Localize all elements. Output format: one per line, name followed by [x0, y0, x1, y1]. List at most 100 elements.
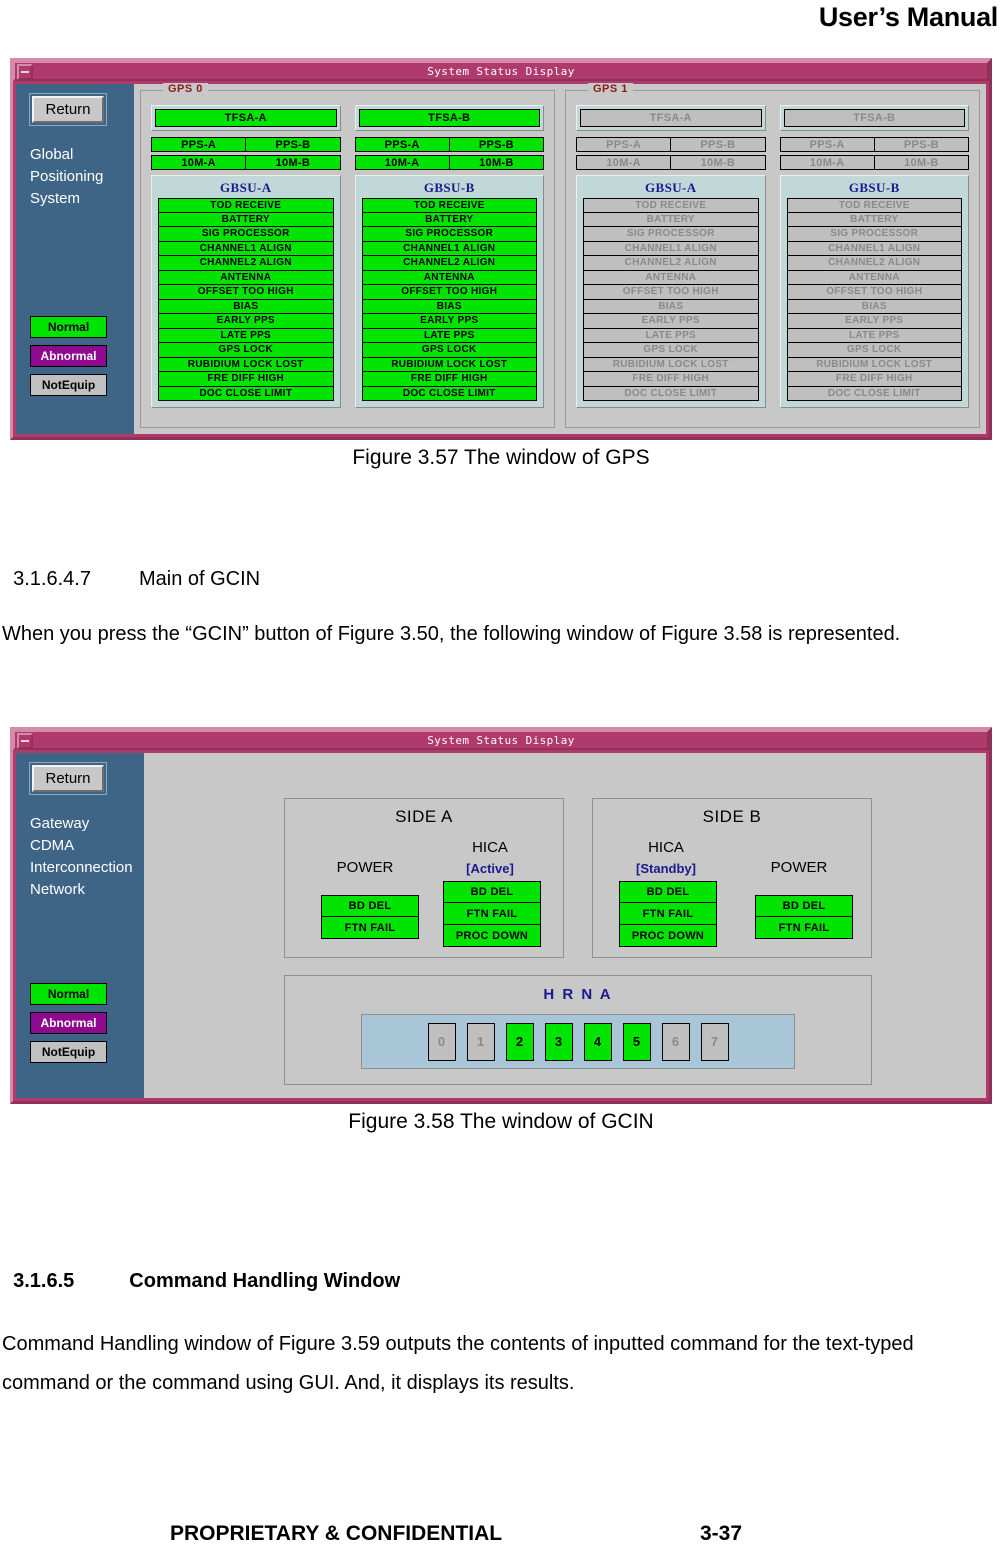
hrna-box[interactable]: 0	[427, 1022, 456, 1061]
gbsu-status-item[interactable]: TOD RECEIVE	[583, 198, 759, 213]
gbsu-status-item[interactable]: CHANNEL1 ALIGN	[158, 241, 334, 256]
gbsu-status-item[interactable]: DOC CLOSE LIMIT	[158, 386, 334, 401]
status-indicator[interactable]: 10M-A	[354, 155, 450, 170]
gbsu-status-item[interactable]: TOD RECEIVE	[361, 198, 537, 213]
gbsu-status-item[interactable]: EARLY PPS	[361, 314, 537, 329]
gbsu-status-item[interactable]: RUBIDIUM LOCK LOST	[361, 357, 537, 372]
gbsu-status-item[interactable]: DOC CLOSE LIMIT	[786, 386, 962, 401]
gbsu-status-item[interactable]: SIG PROCESSOR	[583, 227, 759, 242]
gbsu-status-item[interactable]: SIG PROCESSOR	[786, 227, 962, 242]
gbsu-status-item[interactable]: CHANNEL2 ALIGN	[786, 256, 962, 271]
status-indicator[interactable]: PPS-B	[874, 137, 969, 152]
status-indicator[interactable]: PPS-B	[671, 137, 766, 152]
hrna-box[interactable]: 4	[583, 1022, 612, 1061]
return-button[interactable]: Return	[29, 93, 107, 126]
gcin-status-cell[interactable]: BD DEL	[321, 895, 419, 917]
gcin-status-cell[interactable]: BD DEL	[755, 895, 853, 917]
gbsu-status-item[interactable]: BIAS	[158, 299, 334, 314]
gbsu-status-item[interactable]: ANTENNA	[583, 270, 759, 285]
hrna-box[interactable]: 1	[466, 1022, 495, 1061]
gcin-status-cell[interactable]: PROC DOWN	[443, 925, 541, 947]
hrna-box[interactable]: 2	[505, 1022, 534, 1061]
status-indicator[interactable]: PPS-A	[151, 137, 247, 152]
gbsu-status-item[interactable]: FRE DIFF HIGH	[361, 372, 537, 387]
gbsu-status-item[interactable]: BIAS	[786, 299, 962, 314]
gbsu-status-item[interactable]: GPS LOCK	[158, 343, 334, 358]
gbsu-status-item[interactable]: RUBIDIUM LOCK LOST	[786, 357, 962, 372]
gbsu-status-item[interactable]: TOD RECEIVE	[786, 198, 962, 213]
gbsu-status-item[interactable]: LATE PPS	[361, 328, 537, 343]
gbsu-status-item[interactable]: DOC CLOSE LIMIT	[583, 386, 759, 401]
gbsu-status-item[interactable]: CHANNEL2 ALIGN	[583, 256, 759, 271]
gbsu-status-item[interactable]: BIAS	[361, 299, 537, 314]
gbsu-status-item[interactable]: LATE PPS	[158, 328, 334, 343]
gbsu-status-item[interactable]: OFFSET TOO HIGH	[786, 285, 962, 300]
tfsa-indicator[interactable]: TFSA-A	[580, 109, 762, 127]
status-indicator[interactable]: 10M-A	[576, 155, 672, 170]
status-indicator[interactable]: 10M-B	[671, 155, 766, 170]
hrna-box[interactable]: 5	[622, 1022, 651, 1061]
tfsa-indicator[interactable]: TFSA-A	[155, 109, 337, 127]
gbsu-status-item[interactable]: OFFSET TOO HIGH	[361, 285, 537, 300]
status-indicator[interactable]: 10M-B	[874, 155, 969, 170]
status-indicator[interactable]: 10M-A	[779, 155, 875, 170]
gcin-status-cell[interactable]: PROC DOWN	[619, 925, 717, 947]
gbsu-status-item[interactable]: FRE DIFF HIGH	[786, 372, 962, 387]
gcin-status-cell[interactable]: FTN FAIL	[443, 903, 541, 925]
gbsu-status-item[interactable]: BATTERY	[361, 212, 537, 227]
gcin-status-cell[interactable]: FTN FAIL	[619, 903, 717, 925]
gbsu-status-item[interactable]: CHANNEL1 ALIGN	[786, 241, 962, 256]
gbsu-status-item[interactable]: FRE DIFF HIGH	[158, 372, 334, 387]
tfsa-indicator[interactable]: TFSA-B	[358, 109, 540, 127]
status-indicator[interactable]: 10M-B	[449, 155, 544, 170]
gbsu-status-item[interactable]: EARLY PPS	[786, 314, 962, 329]
gps-window-titlebar[interactable]: System Status Display	[13, 61, 989, 81]
hrna-box[interactable]: 6	[661, 1022, 690, 1061]
gbsu-status-item[interactable]: LATE PPS	[786, 328, 962, 343]
gbsu-status-item[interactable]: ANTENNA	[361, 270, 537, 285]
gcin-window-titlebar[interactable]: System Status Display	[13, 730, 989, 750]
minimize-icon[interactable]	[17, 733, 33, 749]
tfsa-indicator[interactable]: TFSA-B	[783, 109, 965, 127]
hrna-box[interactable]: 3	[544, 1022, 573, 1061]
status-indicator[interactable]: PPS-B	[449, 137, 544, 152]
gbsu-status-item[interactable]: BATTERY	[583, 212, 759, 227]
gbsu-status-item[interactable]: GPS LOCK	[361, 343, 537, 358]
gcin-status-cell[interactable]: BD DEL	[443, 881, 541, 903]
status-indicator[interactable]: 10M-B	[246, 155, 341, 170]
gbsu-status-item[interactable]: LATE PPS	[583, 328, 759, 343]
gbsu-status-item[interactable]: OFFSET TOO HIGH	[583, 285, 759, 300]
gbsu-status-item[interactable]: OFFSET TOO HIGH	[158, 285, 334, 300]
gbsu-status-item[interactable]: RUBIDIUM LOCK LOST	[158, 357, 334, 372]
gbsu-status-item[interactable]: CHANNEL1 ALIGN	[583, 241, 759, 256]
gbsu-status-item[interactable]: GPS LOCK	[786, 343, 962, 358]
status-indicator[interactable]: PPS-A	[354, 137, 450, 152]
gbsu-status-item[interactable]: GPS LOCK	[583, 343, 759, 358]
status-indicator[interactable]: 10M-A	[151, 155, 247, 170]
gbsu-status-item[interactable]: RUBIDIUM LOCK LOST	[583, 357, 759, 372]
gbsu-status-item[interactable]: TOD RECEIVE	[158, 198, 334, 213]
minimize-icon[interactable]	[17, 64, 33, 80]
gbsu-status-item[interactable]: ANTENNA	[786, 270, 962, 285]
status-indicator[interactable]: PPS-A	[576, 137, 672, 152]
status-indicator[interactable]: PPS-B	[246, 137, 341, 152]
gbsu-status-item[interactable]: CHANNEL2 ALIGN	[158, 256, 334, 271]
status-indicator[interactable]: PPS-A	[779, 137, 875, 152]
gbsu-status-item[interactable]: EARLY PPS	[158, 314, 334, 329]
gcin-status-cell[interactable]: FTN FAIL	[755, 917, 853, 939]
gbsu-status-item[interactable]: BIAS	[583, 299, 759, 314]
gbsu-status-item[interactable]: DOC CLOSE LIMIT	[361, 386, 537, 401]
gbsu-status-item[interactable]: FRE DIFF HIGH	[583, 372, 759, 387]
gcin-status-cell[interactable]: FTN FAIL	[321, 917, 419, 939]
gbsu-status-item[interactable]: ANTENNA	[158, 270, 334, 285]
gbsu-status-item[interactable]: CHANNEL2 ALIGN	[361, 256, 537, 271]
gbsu-status-item[interactable]: SIG PROCESSOR	[361, 227, 537, 242]
gbsu-status-item[interactable]: CHANNEL1 ALIGN	[361, 241, 537, 256]
gcin-status-cell[interactable]: BD DEL	[619, 881, 717, 903]
return-button[interactable]: Return	[29, 762, 107, 795]
hrna-box[interactable]: 7	[700, 1022, 729, 1061]
gbsu-status-item[interactable]: EARLY PPS	[583, 314, 759, 329]
gbsu-status-item[interactable]: SIG PROCESSOR	[158, 227, 334, 242]
gbsu-status-item[interactable]: BATTERY	[158, 212, 334, 227]
gbsu-status-item[interactable]: BATTERY	[786, 212, 962, 227]
